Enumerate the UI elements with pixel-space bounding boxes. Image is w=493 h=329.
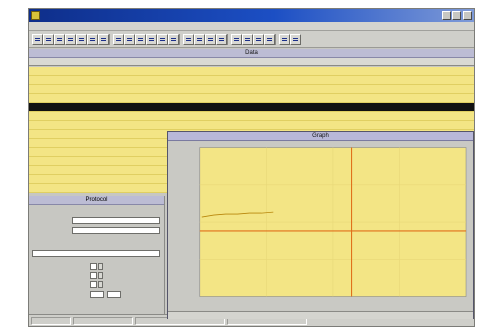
toolbar-glyph-icon xyxy=(234,38,239,41)
toolbar-button[interactable] xyxy=(253,34,264,45)
toolbar-button[interactable] xyxy=(290,34,301,45)
toolbar-button[interactable] xyxy=(124,34,135,45)
toolbar-button[interactable] xyxy=(183,34,194,45)
toolbar-glyph-icon xyxy=(197,38,202,41)
toolbar-button[interactable] xyxy=(205,34,216,45)
toolbar-glyph-icon xyxy=(282,38,287,41)
toolbar-glyph-icon xyxy=(256,38,261,41)
toolbar-separator xyxy=(179,34,180,45)
graph-title-bar[interactable]: Graph xyxy=(168,132,473,141)
graph-footer xyxy=(168,311,473,319)
description-row xyxy=(32,217,162,225)
toolbar-button[interactable] xyxy=(216,34,227,45)
toolbar-button[interactable] xyxy=(54,34,65,45)
toolbar-button[interactable] xyxy=(264,34,275,45)
humidity-row xyxy=(32,281,162,289)
toolbar-glyph-icon xyxy=(79,38,84,41)
rollover-row xyxy=(32,291,162,299)
vpressure-field[interactable] xyxy=(90,272,97,279)
toolbar-glyph-icon xyxy=(160,38,165,41)
status-segment xyxy=(73,317,133,325)
toolbar-glyph-icon xyxy=(116,38,121,41)
toolbar-glyph-icon xyxy=(57,38,62,41)
toolbar-glyph-icon xyxy=(46,38,51,41)
toolbar-glyph-icon xyxy=(219,38,224,41)
toolbar-button[interactable] xyxy=(135,34,146,45)
data-panel-header: Data xyxy=(29,49,474,58)
protocol-title: Protocol xyxy=(85,197,108,203)
toolbar xyxy=(29,31,474,48)
toolbar-glyph-icon xyxy=(90,38,95,41)
maximize-icon[interactable] xyxy=(452,11,461,20)
toolbar-button[interactable] xyxy=(242,34,253,45)
comment-row xyxy=(32,250,162,258)
temperature-spinner-icon[interactable] xyxy=(98,263,103,270)
toolbar-glyph-icon xyxy=(127,38,132,41)
location-row xyxy=(32,227,162,235)
toolbar-button[interactable] xyxy=(87,34,98,45)
minimize-icon[interactable] xyxy=(442,11,451,20)
humidity-spinner-icon[interactable] xyxy=(98,281,103,288)
title-bar[interactable] xyxy=(29,9,474,22)
toolbar-button[interactable] xyxy=(157,34,168,45)
rollover-extra-field[interactable] xyxy=(107,291,121,298)
toolbar-glyph-icon xyxy=(68,38,73,41)
app-window: Data Protocol Graph xyxy=(28,8,475,327)
table-row[interactable] xyxy=(29,67,474,76)
toolbar-glyph-icon xyxy=(267,38,272,41)
toolbar-glyph-icon xyxy=(149,38,154,41)
toolbar-button[interactable] xyxy=(43,34,54,45)
location-field[interactable] xyxy=(72,227,160,234)
table-row-selected[interactable] xyxy=(29,103,474,112)
table-row[interactable] xyxy=(29,76,474,85)
toolbar-button[interactable] xyxy=(231,34,242,45)
table-row[interactable] xyxy=(29,112,474,121)
toolbar-separator xyxy=(227,34,228,45)
toolbar-separator xyxy=(275,34,276,45)
toolbar-button[interactable] xyxy=(65,34,76,45)
toolbar-glyph-icon xyxy=(245,38,250,41)
toolbar-glyph-icon xyxy=(171,38,176,41)
menu-bar xyxy=(29,22,474,31)
vpressure-row xyxy=(32,272,162,280)
toolbar-separator xyxy=(109,34,110,45)
toolbar-button[interactable] xyxy=(168,34,179,45)
toolbar-glyph-icon xyxy=(138,38,143,41)
graph-title: Graph xyxy=(312,133,329,139)
section2-row xyxy=(32,240,162,248)
table-row[interactable] xyxy=(29,85,474,94)
toolbar-button[interactable] xyxy=(279,34,290,45)
app-icon xyxy=(31,11,40,20)
rollover-select[interactable] xyxy=(90,291,104,298)
description-field[interactable] xyxy=(72,217,160,224)
column-headers xyxy=(29,58,474,66)
comment-field[interactable] xyxy=(32,250,160,257)
toolbar-glyph-icon xyxy=(35,38,40,41)
toolbar-button[interactable] xyxy=(194,34,205,45)
toolbar-glyph-icon xyxy=(186,38,191,41)
protocol-panel: Protocol xyxy=(29,196,165,314)
toolbar-button[interactable] xyxy=(76,34,87,45)
protocol-header: Protocol xyxy=(29,196,164,205)
toolbar-glyph-icon xyxy=(101,38,106,41)
vpressure-spinner-icon[interactable] xyxy=(98,272,103,279)
data-panel-title: Data xyxy=(245,50,258,56)
close-icon[interactable] xyxy=(463,11,472,20)
humidity-field[interactable] xyxy=(90,281,97,288)
graph-window[interactable]: Graph xyxy=(167,131,474,319)
temperature-field[interactable] xyxy=(90,263,97,270)
toolbar-button[interactable] xyxy=(146,34,157,45)
toolbar-button[interactable] xyxy=(32,34,43,45)
toolbar-button[interactable] xyxy=(113,34,124,45)
toolbar-glyph-icon xyxy=(293,38,298,41)
temperature-row xyxy=(32,263,162,271)
toolbar-button[interactable] xyxy=(98,34,109,45)
toolbar-glyph-icon xyxy=(208,38,213,41)
table-row[interactable] xyxy=(29,94,474,103)
graph-plot[interactable] xyxy=(168,141,473,311)
table-row[interactable] xyxy=(29,121,474,130)
status-segment xyxy=(31,317,71,325)
